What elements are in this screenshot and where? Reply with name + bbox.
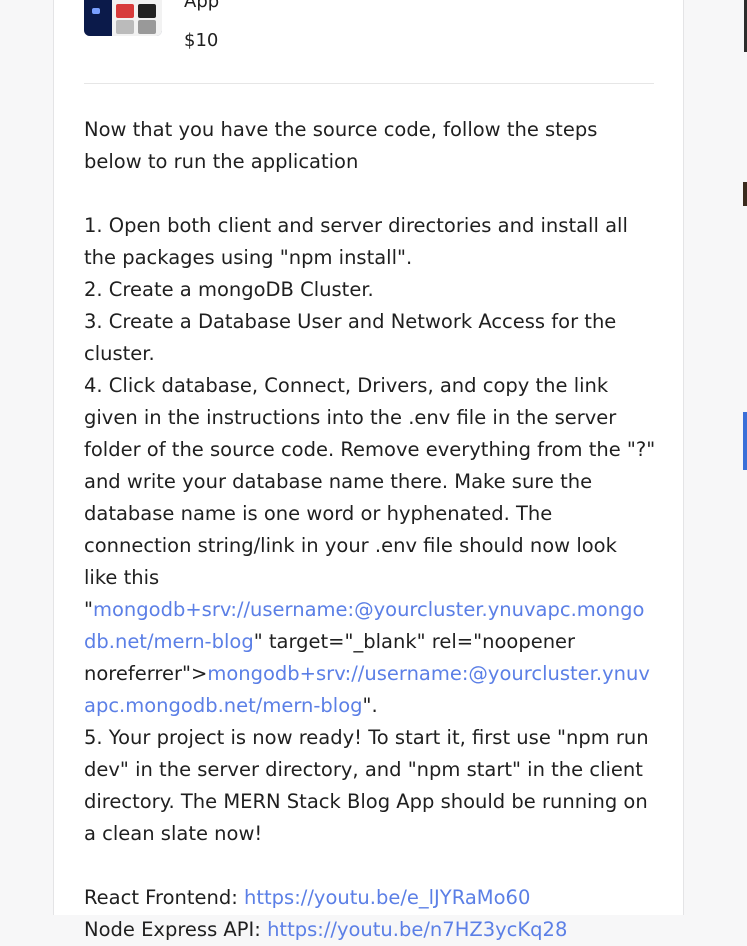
thumbnail-tile <box>138 4 156 18</box>
product-thumbnail[interactable] <box>84 0 162 36</box>
api-line: Node Express API: https://youtu.be/n7HZ3… <box>84 914 656 946</box>
background-edge <box>743 412 747 470</box>
frontend-label: React Frontend: <box>84 886 245 909</box>
product-price: $10 <box>184 30 219 51</box>
thumbnail-logo-icon <box>92 8 100 14</box>
product-card: App $10 Now that you have the source cod… <box>53 0 684 941</box>
thumbnail-sidebar <box>84 0 112 36</box>
product-summary: App $10 <box>84 0 654 84</box>
step-5: 5. Your project is now ready! To start i… <box>84 726 649 845</box>
frontend-line: React Frontend: https://youtu.be/e_lJYRa… <box>84 882 656 914</box>
thumbnail-content <box>112 0 162 36</box>
instructions-body: Now that you have the source code, follo… <box>84 114 656 946</box>
thumbnail-tile <box>116 20 134 34</box>
background-edge <box>743 182 747 206</box>
product-title[interactable]: App <box>184 0 219 13</box>
step-1: 1. Open both client and server directori… <box>84 214 628 269</box>
thumbnail-tile <box>116 4 134 18</box>
api-video-link[interactable]: https://youtu.be/n7HZ3ycKq28 <box>267 918 567 941</box>
step-2: 2. Create a mongoDB Cluster. <box>84 278 374 301</box>
step-3: 3. Create a Database User and Network Ac… <box>84 310 617 365</box>
intro-text: Now that you have the source code, follo… <box>84 118 598 173</box>
quote-open: " <box>84 598 93 621</box>
divider <box>84 83 654 84</box>
step-4-end: ". <box>362 694 378 717</box>
step-4-text: 4. Click database, Connect, Drivers, and… <box>84 374 656 589</box>
step-4: 4. Click database, Connect, Drivers, and… <box>84 370 656 722</box>
thumbnail-tile <box>138 20 156 34</box>
frontend-video-link[interactable]: https://youtu.be/e_lJYRaMo60 <box>244 886 530 909</box>
api-label: Node Express API: <box>84 918 268 941</box>
